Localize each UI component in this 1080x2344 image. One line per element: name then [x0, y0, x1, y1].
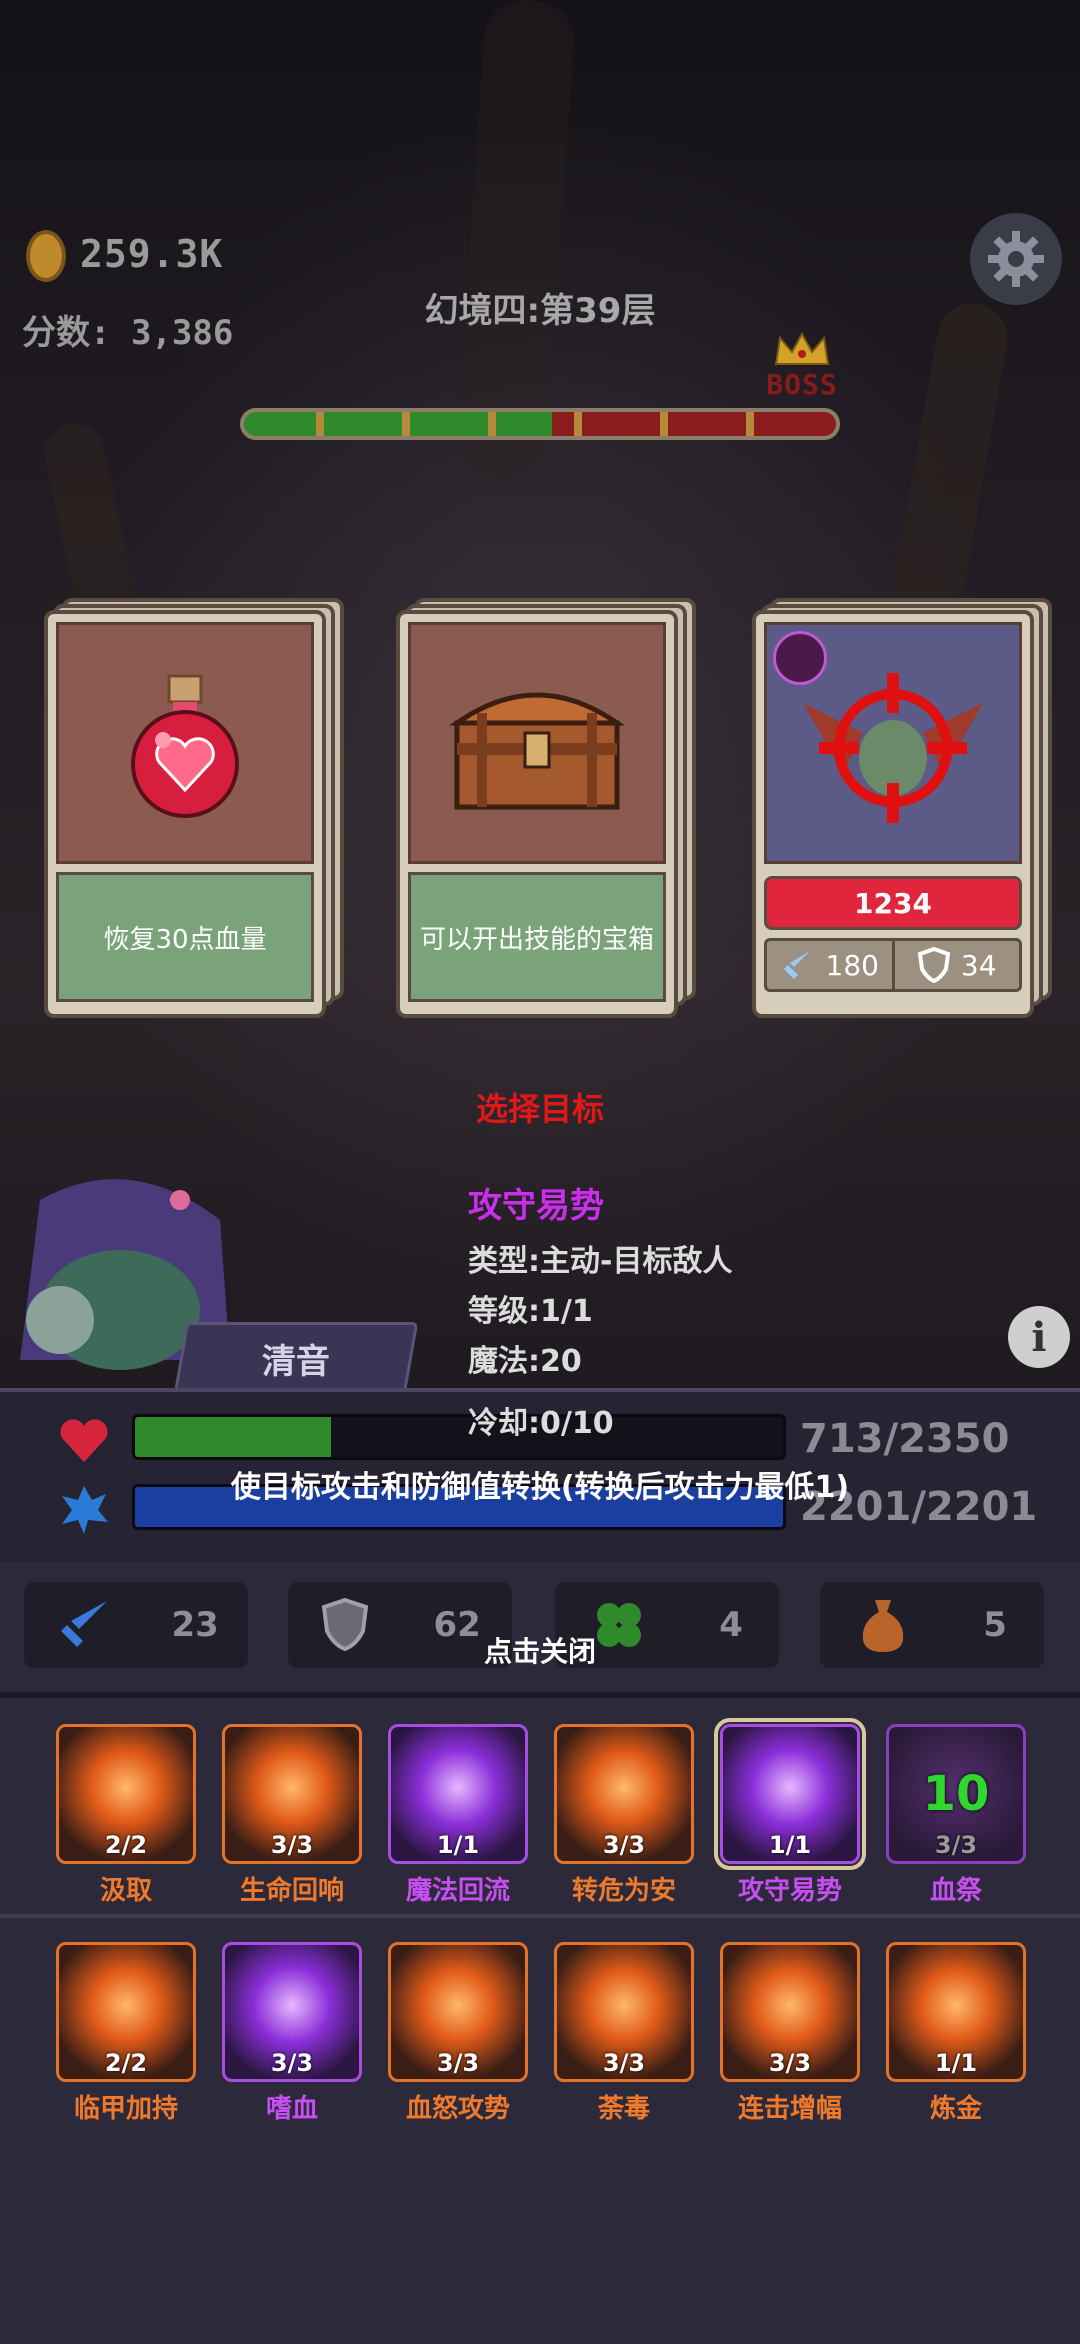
skill-mana-flow-icon: 1/1: [388, 1724, 528, 1864]
skill-name: 魔法回流: [405, 1876, 510, 1906]
progress-tick: [574, 412, 582, 436]
skill-drain-icon: 2/2: [56, 1724, 196, 1864]
sword-icon: [783, 951, 810, 979]
skill-blood-sacrifice-icon: 10 3/3: [886, 1724, 1026, 1864]
skill-slot[interactable]: 3/3 荼毒: [554, 1942, 694, 2125]
skill-name: 连击增幅: [737, 2094, 842, 2124]
skill-shield-swap-icon: 1/1: [714, 1718, 866, 1870]
progress-tick: [402, 412, 410, 436]
skill-name: 攻守易势: [737, 1876, 842, 1906]
top-hud: 259.3K 分数: 3,386 幻境四:第39层 BOSS: [0, 0, 1080, 460]
card-description: 恢复30点血量: [56, 872, 314, 1002]
card-enemy[interactable]: 1234 180 34: [752, 598, 1052, 1018]
crown-icon: [774, 331, 830, 365]
progress-fill: [244, 412, 552, 436]
treasure-chest-icon: [449, 692, 625, 810]
progress-tick: [316, 412, 324, 436]
gear-icon: [988, 231, 1044, 287]
popup-skill-type: 类型:主动-目标敌人: [468, 1244, 733, 1279]
enemy-hp-bar: 1234: [764, 876, 1022, 930]
enemy-attack: 180: [767, 941, 892, 989]
skill-bloodlust-icon: 3/3: [222, 1942, 362, 2082]
level-title: 幻境四:第39层: [424, 291, 656, 331]
select-target-label: 选择目标: [475, 1090, 604, 1128]
card-chest[interactable]: 可以开出技能的宝箱: [396, 598, 696, 1018]
elite-badge-icon: [773, 631, 827, 685]
red-heart-potion-icon: [131, 674, 239, 818]
skill-name: 生命回响: [239, 1876, 344, 1906]
skill-slot[interactable]: 3/3 血怒攻势: [388, 1942, 528, 2125]
popup-skill-description: 使目标攻击和防御值转换(转换后攻击力最低1): [230, 1470, 850, 1505]
skill-slot[interactable]: 3/3 嗜血: [222, 1942, 362, 2125]
mute-button[interactable]: 清音: [173, 1322, 419, 1394]
skill-slot[interactable]: 1/1 炼金: [886, 1942, 1026, 2125]
popup-skill-level: 等级:1/1: [468, 1294, 593, 1329]
close-hint[interactable]: 点击关闭: [0, 1630, 1080, 1670]
skill-slot[interactable]: 10 3/3 血祭: [886, 1724, 1026, 1907]
popup-skill-cooldown: 冷却:0/10: [468, 1406, 614, 1441]
skill-slot[interactable]: 3/3 连击增幅: [720, 1942, 860, 2125]
skill-name: 转危为安: [571, 1876, 676, 1906]
progress-remaining: [551, 412, 836, 436]
skill-escape-icon: 3/3: [554, 1724, 694, 1864]
skill-name: 嗜血: [265, 2094, 318, 2124]
skill-armor-icon: 2/2: [56, 1942, 196, 2082]
hp-text: 713/2350: [800, 1416, 1010, 1462]
skill-slot[interactable]: 2/2 汲取: [56, 1724, 196, 1907]
enemy-defense: 34: [891, 941, 1020, 989]
skill-slot[interactable]: 3/3 生命回响: [222, 1724, 362, 1907]
progress-tick: [746, 412, 754, 436]
skill-name: 血怒攻势: [405, 2094, 510, 2124]
skill-name: 荼毒: [597, 2094, 650, 2124]
skill-slot-selected[interactable]: 1/1 攻守易势: [714, 1718, 866, 1907]
info-button[interactable]: i: [1008, 1306, 1070, 1368]
skill-muscle-icon: 3/3: [222, 1724, 362, 1864]
skill-alchemy-icon: 1/1: [886, 1942, 1026, 2082]
card-potion[interactable]: 恢复30点血量: [44, 598, 344, 1018]
skill-slot[interactable]: 3/3 转危为安: [554, 1724, 694, 1907]
hp-bar: [132, 1414, 786, 1460]
skill-combo-icon: 3/3: [720, 1942, 860, 2082]
shield-icon: [917, 947, 951, 983]
skill-slot[interactable]: 1/1 魔法回流: [388, 1724, 528, 1907]
popup-skill-name: 攻守易势: [468, 1186, 604, 1226]
skill-slot[interactable]: 2/2 临甲加持: [56, 1942, 196, 2125]
skill-row-1: 2/2 汲取 3/3 生命回响 1/1 魔法回流 3/3 转危为安 1/1 攻守…: [0, 1718, 1080, 1914]
skill-poison-blade-icon: 3/3: [554, 1942, 694, 2082]
popup-skill-mana: 魔法:20: [468, 1344, 582, 1379]
mute-label: 清音: [262, 1341, 330, 1382]
floor-progress-bar: [240, 408, 840, 440]
skill-name: 炼金: [929, 2094, 982, 2124]
gold-coin-icon: [26, 230, 66, 282]
panel-divider: [0, 1692, 1080, 1698]
skill-name: 临甲加持: [73, 2094, 178, 2124]
card-description: 可以开出技能的宝箱: [408, 872, 666, 1002]
info-icon: i: [1031, 1313, 1047, 1361]
progress-tick: [660, 412, 668, 436]
skill-rage-icon: 3/3: [388, 1942, 528, 2082]
skill-name: 汲取: [99, 1876, 152, 1906]
boss-label: BOSS: [766, 368, 838, 401]
skill-row-2: 2/2 临甲加持 3/3 嗜血 3/3 血怒攻势 3/3 荼毒 3/3 连击增幅…: [0, 1942, 1080, 2132]
heart-icon: [60, 1419, 108, 1462]
panel-divider: [0, 1914, 1080, 1918]
boss-marker: BOSS: [760, 330, 844, 400]
progress-tick: [488, 412, 496, 436]
player-panel: 713/2350 2201/2201 23 62 4 5 2/2 汲取 3/3: [0, 1388, 1080, 2344]
enemy-stats: 180 34: [764, 938, 1022, 992]
skill-cooldown: 10: [922, 1766, 990, 1822]
skill-name: 血祭: [929, 1876, 982, 1906]
gold-amount: 259.3K: [80, 232, 224, 276]
